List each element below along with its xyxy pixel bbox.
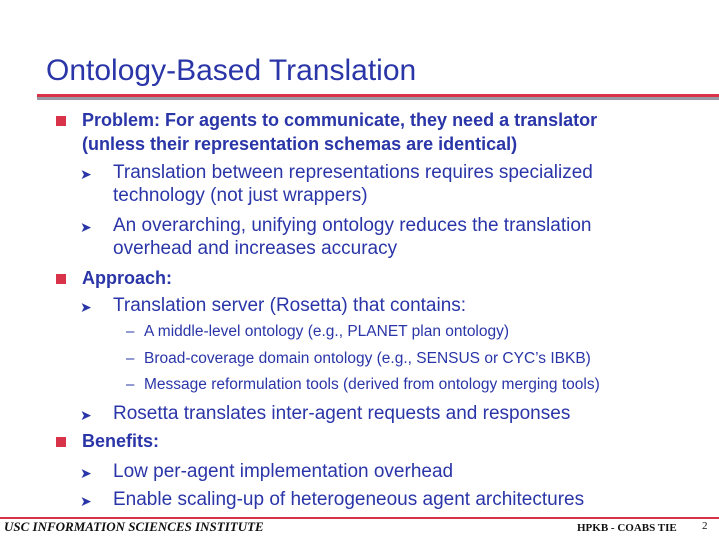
benefits-sub1: Low per-agent implementation overhead <box>113 461 454 482</box>
square-bullet-icon <box>56 274 66 284</box>
arrowhead-bullet-icon: ➤ <box>80 407 92 423</box>
slide-title: Ontology-Based Translation <box>46 54 417 87</box>
arrowhead-bullet-icon: ➤ <box>80 493 92 509</box>
benefits-bullet: Benefits: <box>82 431 160 451</box>
dash-bullet-icon: – <box>126 350 135 367</box>
title-rule <box>37 94 719 97</box>
problem-sub2-line1: An overarching, unifying ontology reduce… <box>113 215 592 236</box>
problem-sub2-line2: overhead and increases accuracy <box>113 238 398 259</box>
approach-sub1: Translation server (Rosetta) that contai… <box>113 295 467 316</box>
approach-subsub3: Message reformulation tools (derived fro… <box>144 376 600 393</box>
arrowhead-bullet-icon: ➤ <box>80 166 92 182</box>
arrowhead-bullet-icon: ➤ <box>80 219 92 235</box>
footer-institution: USC INFORMATION SCIENCES INSTITUTE <box>4 519 264 534</box>
problem-sub1-line1: Translation between representations requ… <box>113 162 593 183</box>
arrowhead-bullet-icon: ➤ <box>80 299 92 315</box>
footer-project: HPKB - COABS TIE <box>577 522 677 534</box>
problem-bullet-line2: (unless their representation schemas are… <box>82 134 518 154</box>
square-bullet-icon <box>56 116 66 126</box>
benefits-sub2: Enable scaling-up of heterogeneous agent… <box>113 489 585 510</box>
approach-subsub1: A middle-level ontology (e.g., PLANET pl… <box>144 323 510 340</box>
problem-sub1-line2: technology (not just wrappers) <box>113 185 368 206</box>
dash-bullet-icon: – <box>126 323 135 340</box>
approach-bullet: Approach: <box>82 268 172 288</box>
dash-bullet-icon: – <box>126 376 135 393</box>
square-bullet-icon <box>56 437 66 447</box>
page-number: 2 <box>702 520 708 532</box>
arrowhead-bullet-icon: ➤ <box>80 465 92 481</box>
approach-sub2: Rosetta translates inter-agent requests … <box>113 403 571 424</box>
approach-subsub2: Broad-coverage domain ontology (e.g., SE… <box>144 350 591 367</box>
problem-bullet-line1: Problem: For agents to communicate, they… <box>82 110 598 130</box>
